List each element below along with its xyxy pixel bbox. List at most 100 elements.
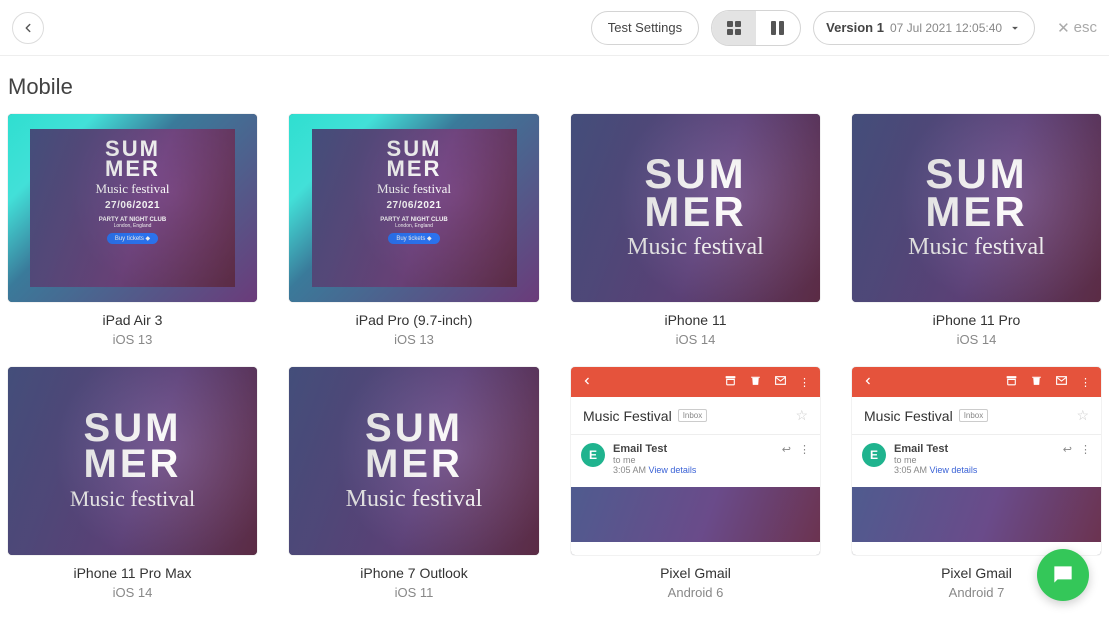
poster-date: 27/06/2021 — [386, 200, 441, 211]
trash-icon — [749, 374, 762, 390]
avatar: E — [862, 443, 886, 467]
version-name: Version 1 — [826, 20, 884, 35]
inbox-badge: Inbox — [959, 409, 989, 422]
poster-subtitle: Music festival — [70, 486, 195, 512]
poster-line1: SUM — [644, 155, 746, 193]
device-name: iPhone 11 — [571, 312, 820, 328]
device-os: iOS 14 — [571, 332, 820, 347]
esc-hint[interactable]: ✕ esc — [1057, 19, 1097, 37]
gmail-toolbar: ⋮ — [852, 367, 1101, 397]
gmail-sender: Email Test — [613, 443, 774, 455]
poster-line2: MER — [105, 159, 160, 179]
poster-party: PARTY AT NIGHT CLUB — [380, 217, 447, 223]
poster-line2: MER — [387, 159, 442, 179]
preview-thumbnail[interactable]: SUM MER Music festival 27/06/2021 PARTY … — [289, 114, 539, 302]
gmail-time: 3:05 AM View details — [894, 465, 1055, 475]
gmail-preview: ⋮ Music Festival Inbox ☆ E Email Test to… — [571, 367, 820, 555]
poster-subtitle: Music festival — [377, 181, 451, 197]
poster-line1: SUM — [84, 410, 182, 446]
poster-line2: MER — [365, 446, 463, 482]
archive-icon — [724, 374, 737, 390]
poster-subtitle: Music festival — [908, 234, 1045, 261]
gmail-recipient: to me — [894, 455, 1055, 465]
poster-preview-zoom: SUM MER Music festival — [571, 114, 820, 302]
gmail-sender: Email Test — [894, 443, 1055, 455]
preview-thumbnail[interactable]: SUM MER Music festival 27/06/2021 PARTY … — [8, 114, 257, 302]
device-name: iPad Pro (9.7-inch) — [289, 312, 539, 328]
gmail-toolbar: ⋮ — [571, 367, 820, 397]
gmail-body-preview — [571, 487, 820, 542]
preview-thumbnail[interactable]: SUM MER Music festival — [852, 114, 1101, 302]
more-icon: ⋮ — [1080, 376, 1091, 389]
device-name: iPhone 7 Outlook — [289, 565, 539, 581]
reply-icon: ↩ — [782, 443, 791, 456]
arrow-left-icon — [21, 21, 35, 35]
chat-fab[interactable] — [1037, 549, 1089, 601]
preview-thumbnail[interactable]: SUM MER Music festival — [8, 367, 257, 555]
device-os: Android 6 — [571, 585, 820, 600]
poster-line1: SUM — [925, 155, 1027, 193]
poster-line1: SUM — [387, 139, 442, 159]
back-button[interactable] — [12, 12, 44, 44]
device-os: iOS 11 — [289, 585, 539, 600]
device-card: SUM MER Music festival 27/06/2021 PARTY … — [8, 114, 257, 347]
gmail-message-row: E Email Test to me 3:05 AM View details … — [571, 435, 820, 483]
avatar: E — [581, 443, 605, 467]
esc-label: esc — [1074, 19, 1097, 36]
poster-location: London, England — [395, 223, 433, 229]
gmail-time: 3:05 AM View details — [613, 465, 774, 475]
arrow-left-icon — [581, 375, 593, 390]
split-view-button[interactable] — [756, 11, 800, 45]
columns-icon — [771, 21, 785, 35]
test-settings-button[interactable]: Test Settings — [591, 11, 699, 45]
reply-icon: ↩ — [1063, 443, 1072, 456]
device-card: SUM MER Music festival iPhone 11 Pro Max… — [8, 367, 257, 600]
preview-thumbnail[interactable]: ⋮ Music Festival Inbox ☆ E Email Test to… — [852, 367, 1101, 555]
poster-subtitle: Music festival — [346, 486, 483, 513]
mail-icon — [774, 374, 787, 390]
trash-icon — [1030, 374, 1043, 390]
poster-line2: MER — [84, 446, 182, 482]
poster-line2: MER — [644, 193, 746, 231]
poster-date: 27/06/2021 — [105, 200, 160, 211]
gmail-body-preview — [852, 487, 1101, 542]
section-title: Mobile — [8, 74, 1101, 100]
device-card: SUM MER Music festival 27/06/2021 PARTY … — [289, 114, 539, 347]
mail-icon — [1055, 374, 1068, 390]
poster-subtitle: Music festival — [95, 181, 169, 197]
test-settings-label: Test Settings — [608, 20, 682, 35]
version-dropdown[interactable]: Version 1 07 Jul 2021 12:05:40 — [813, 11, 1035, 45]
preview-thumbnail[interactable]: SUM MER Music festival — [289, 367, 539, 555]
preview-thumbnail[interactable]: ⋮ Music Festival Inbox ☆ E Email Test to… — [571, 367, 820, 555]
device-card: SUM MER Music festival iPhone 11 Pro iOS… — [852, 114, 1101, 347]
poster-preview: SUM MER Music festival 27/06/2021 PARTY … — [8, 114, 257, 302]
chevron-down-icon — [1008, 21, 1022, 35]
gmail-subject-row: Music Festival Inbox ☆ — [571, 397, 820, 435]
close-icon: ✕ — [1057, 19, 1070, 37]
poster-preview-zoom: SUM MER Music festival — [289, 367, 539, 555]
poster-subtitle: Music festival — [627, 234, 764, 261]
view-toggle — [711, 10, 801, 46]
preview-thumbnail[interactable]: SUM MER Music festival — [571, 114, 820, 302]
archive-icon — [1005, 374, 1018, 390]
content: Mobile SUM MER Music festival 27/06/2021… — [0, 56, 1109, 600]
gmail-message-row: E Email Test to me 3:05 AM View details … — [852, 435, 1101, 483]
grid-icon — [727, 21, 741, 35]
arrow-left-icon — [862, 375, 874, 390]
gmail-subject: Music Festival — [583, 408, 672, 424]
star-icon: ☆ — [795, 407, 808, 424]
device-name: iPhone 11 Pro Max — [8, 565, 257, 581]
toolbar: Test Settings Version 1 07 Jul 2021 12:0… — [0, 0, 1109, 56]
device-card: SUM MER Music festival iPhone 7 Outlook … — [289, 367, 539, 600]
poster-line2: MER — [925, 193, 1027, 231]
chat-icon — [1050, 562, 1076, 588]
device-card: SUM MER Music festival iPhone 11 iOS 14 — [571, 114, 820, 347]
grid-view-button[interactable] — [712, 11, 756, 45]
device-grid: SUM MER Music festival 27/06/2021 PARTY … — [8, 114, 1101, 600]
star-icon: ☆ — [1076, 407, 1089, 424]
device-name: iPad Air 3 — [8, 312, 257, 328]
device-os: iOS 14 — [852, 332, 1101, 347]
more-icon: ⋮ — [799, 376, 810, 389]
device-os: iOS 13 — [289, 332, 539, 347]
device-os: iOS 14 — [8, 585, 257, 600]
